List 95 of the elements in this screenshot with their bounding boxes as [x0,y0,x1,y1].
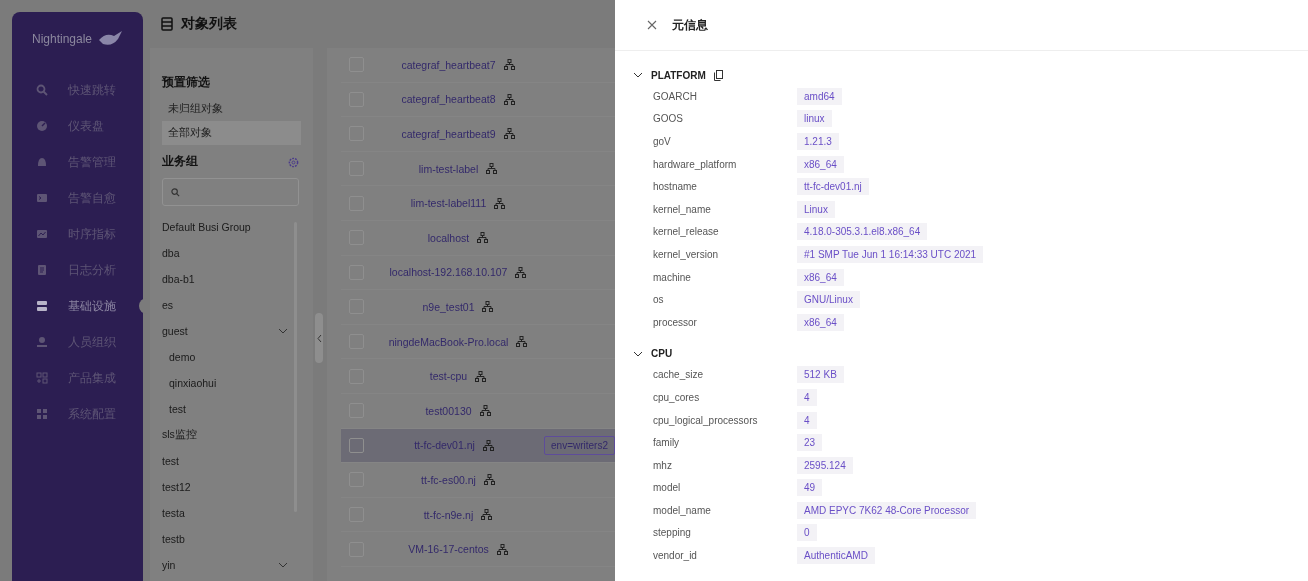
field-key: stepping [653,527,797,539]
preset-item[interactable]: 全部对象 [162,121,301,145]
host-link[interactable]: localhost-192.168.10.107 [389,266,508,279]
table-row[interactable]: n9e_test01 [341,290,615,325]
field-value: 2595.124 [797,456,853,474]
table-row[interactable]: tt-fc-dev01.nj env=writers2 [341,428,615,464]
table-row[interactable]: lim-test-label [341,151,615,187]
field-value: 4 [797,411,817,429]
group-item[interactable]: Default Busi Group [162,214,302,240]
field-value: amd64 [797,87,842,105]
group-item[interactable]: test [162,396,200,422]
group-item[interactable]: es [162,292,302,318]
group-item[interactable]: qinxiaohui [162,370,231,396]
field-value: x86_64 [797,268,844,286]
field-value: 512 KB [797,366,844,384]
group-item[interactable]: testa [162,500,302,526]
table-row[interactable]: lim-test-label111 [341,186,615,221]
table-row[interactable]: ningdeMacBook-Pro.local [341,324,615,360]
table-row[interactable]: categraf_heartbeat8 [341,82,615,118]
field-key: mhz [653,459,797,471]
field-key: hostname [653,181,797,193]
field-key: hardware_platform [653,158,797,170]
field-key: kernel_version [653,248,797,260]
host-link[interactable]: tt-fc-dev01.nj [414,439,475,452]
table-row[interactable]: VM-16-17-centos [341,532,615,567]
host-link[interactable]: lim-test-label [418,162,479,175]
field-key: cache_size [653,369,797,381]
host-link[interactable]: categraf_heartbeat9 [401,128,496,140]
host-link[interactable]: categraf_heartbeat8 [401,93,496,106]
group-item[interactable]: test [162,448,302,474]
field-key: kernel_name [653,203,797,215]
group-item[interactable]: demo [162,344,210,370]
group-item[interactable]: test12 [162,474,302,500]
field-value: linux [797,110,832,128]
field-key: model_name [653,504,797,516]
host-link[interactable]: n9e_test01 [422,300,475,313]
field-value: x86_64 [797,313,844,331]
field-key: os [653,294,797,306]
field-value: GNU/Linux [797,291,860,309]
host-link[interactable]: ningdeMacBook-Pro.local [388,335,509,348]
field-key: GOOS [653,113,797,125]
host-link[interactable]: categraf_heartbeat7 [401,58,496,71]
field-value: 4.18.0-305.3.1.el8.x86_64 [797,223,928,241]
field-value: x86_64 [797,155,844,173]
preset-item[interactable]: 未归组对象 [162,97,301,121]
table-row[interactable]: test00130 [341,393,615,429]
field-key: goV [653,136,797,147]
field-value: #1 SMP Tue Jun 1 16:14:33 UTC 2021 [797,245,984,263]
field-key: processor [653,316,797,328]
section-title: PLATFORM [651,69,706,81]
group-item[interactable]: dba-b1 [162,266,302,292]
field-key: vendor_id [653,550,797,562]
field-value: AMD EPYC 7K62 48-Core Processor [797,501,977,519]
tag: env=writers2 [544,435,615,455]
field-value: 49 [797,479,823,497]
table-row[interactable]: test-cpu [341,359,615,394]
table-row[interactable]: categraf_heartbeat7 [341,48,615,83]
field-value: 23 [797,434,823,452]
field-value: 4 [797,388,817,406]
group-item[interactable]: sls监控 [162,422,302,448]
field-key: cpu_logical_processors [653,414,797,426]
group-item[interactable]: guest [162,318,302,344]
field-key: machine [653,271,797,283]
table-row[interactable]: localhost [341,220,615,256]
field-key: kernel_release [653,226,797,238]
group-item[interactable]: testb [162,526,302,552]
nav-item[interactable]: 基础设施 [12,288,143,324]
section-title: 预置筛选 [162,74,211,91]
table-row[interactable]: categraf_heartbeat9 [341,117,615,152]
section-title: CPU [651,348,673,360]
field-key: family [653,437,797,449]
field-value: AuthenticAMD [797,547,875,565]
table-row[interactable]: tt-fc-es00.nj [341,463,615,498]
host-link[interactable]: test-cpu [429,370,468,383]
field-value: 0 [797,524,817,542]
page-title: 对象列表 [181,15,237,33]
host-link[interactable]: tt-fc-es00.nj [421,473,476,486]
group-item[interactable]: yin [162,552,302,578]
table-row[interactable]: localhost-192.168.10.107 [341,255,615,291]
field-value: 1.21.3 [797,133,839,150]
table-row[interactable]: tt-fc-n9e.nj [341,497,615,533]
logo-text: Nightingale [32,32,93,46]
host-link[interactable]: VM-16-17-centos [408,543,489,556]
field-key: model [653,482,797,494]
drawer-title: 元信息 [672,16,708,34]
host-link[interactable]: tt-fc-n9e.nj [423,508,474,521]
host-link[interactable]: test00130 [425,404,472,417]
group-item[interactable]: dba [162,240,302,266]
field-value: tt-fc-dev01.nj [797,178,869,196]
host-link[interactable]: lim-test-label111 [410,197,487,210]
field-key: cpu_cores [653,391,797,403]
field-key: GOARCH [653,90,797,102]
section-title: 业务组 [162,153,198,170]
host-link[interactable]: localhost [427,231,470,244]
field-value: Linux [797,200,835,218]
